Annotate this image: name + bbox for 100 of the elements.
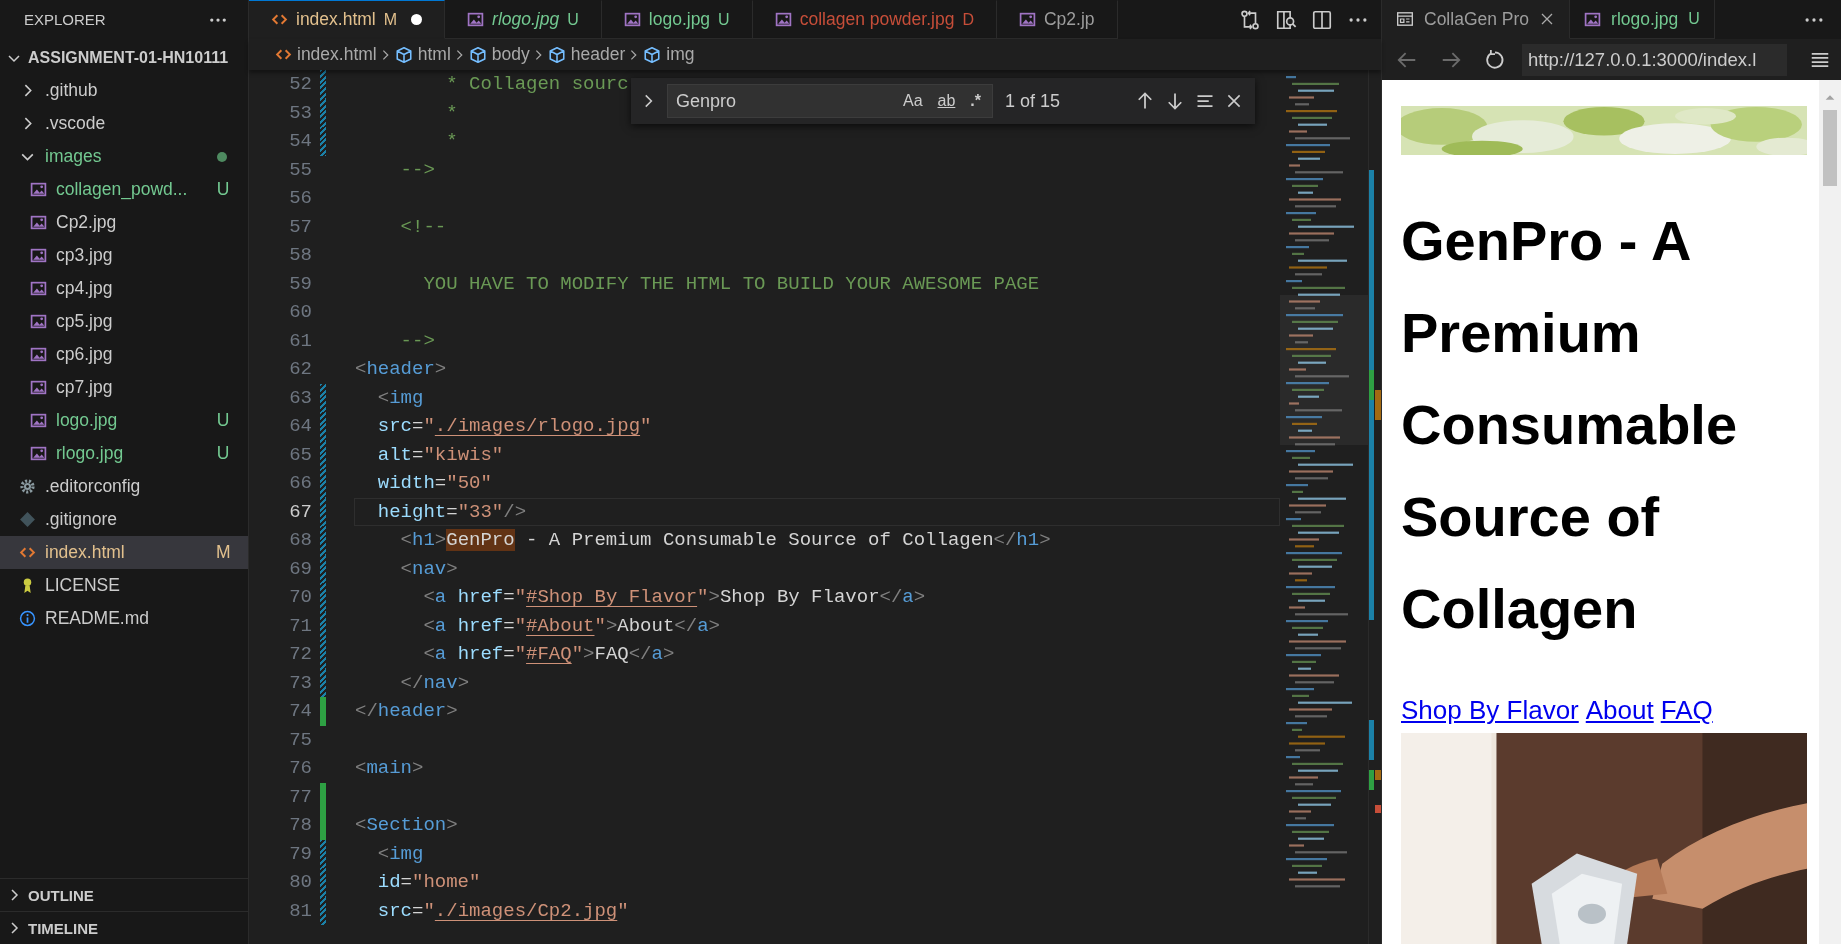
cube-icon	[394, 45, 413, 64]
preview-icon[interactable]	[1275, 8, 1297, 31]
editor-tab[interactable]: index.html M	[249, 0, 446, 39]
code-line: <main>	[354, 756, 425, 781]
find-option[interactable]: Aa	[899, 91, 926, 111]
tree-item[interactable]: cp6.jpg	[0, 338, 248, 371]
code-line: -->	[399, 328, 436, 354]
editor-tab[interactable]: logo.jpg U	[601, 0, 753, 39]
tree-item[interactable]: LICENSE	[0, 569, 248, 602]
git-status: D	[962, 10, 974, 29]
scrollbar-thumb[interactable]	[1823, 110, 1837, 186]
find-option[interactable]: .*	[967, 91, 984, 111]
tree-item[interactable]: images	[0, 140, 248, 173]
nav-link[interactable]: About	[1585, 695, 1654, 725]
line-number: 72	[288, 642, 312, 667]
tab-label: collagen powder.jpg	[799, 9, 955, 30]
code-line: <a href="#Shop By Flavor">Shop By Flavor</a>	[422, 585, 927, 610]
image-icon	[30, 181, 47, 198]
git-status: U	[1688, 10, 1700, 28]
image-icon	[30, 445, 47, 462]
editor-tab[interactable]: Cp2.jp	[996, 0, 1118, 39]
file-name: Cp2.jpg	[56, 212, 118, 233]
git-status: M	[216, 542, 230, 563]
image-icon	[30, 412, 47, 429]
line-number: 81	[288, 898, 312, 924]
tab-label: logo.jpg	[648, 9, 711, 30]
breadcrumb[interactable]: body	[468, 44, 530, 65]
line-number: 71	[288, 613, 312, 639]
code-line: <Section>	[354, 813, 459, 838]
line-number: 61	[288, 328, 312, 354]
url-field[interactable]: http://127.0.0.1:3000/index.l	[1522, 43, 1787, 76]
code-line: <a href="#About">About</a>	[422, 613, 721, 639]
git-status: U	[216, 443, 230, 464]
search-field[interactable]: Genpro Aa ab .*	[667, 84, 993, 118]
line-number: 74	[288, 699, 312, 724]
nav-link[interactable]: Shop By Flavor	[1401, 695, 1579, 725]
browser-tab[interactable]: CollaGen Pro	[1382, 0, 1571, 39]
code-line: src="./images/Cp2.jpg"	[376, 898, 630, 924]
code-line: </header>	[354, 699, 459, 724]
tree-item[interactable]: cp7.jpg	[0, 371, 248, 404]
workspace-folder[interactable]: ASSIGNMENT-01-HN10111	[0, 41, 248, 74]
tree-item[interactable]: .github	[0, 74, 248, 107]
file-name: cp7.jpg	[56, 377, 114, 398]
code-line: <header>	[354, 357, 448, 382]
line-number: 55	[288, 157, 312, 183]
tree-item[interactable]: cp3.jpg	[0, 239, 248, 272]
file-name: cp6.jpg	[56, 344, 114, 365]
line-number: 63	[288, 385, 312, 411]
tree-item[interactable]: index.html M	[0, 536, 248, 569]
tree-item[interactable]: .vscode	[0, 107, 248, 140]
line-number: 62	[288, 357, 312, 382]
split-editor-icon[interactable]	[1311, 8, 1333, 31]
file-name: cp3.jpg	[56, 245, 114, 266]
tree-item[interactable]: cp4.jpg	[0, 272, 248, 305]
tree-item[interactable]: cp5.jpg	[0, 305, 248, 338]
file-name: .gitignore	[45, 509, 118, 530]
line-number: 67	[288, 499, 312, 525]
line-number: 78	[288, 813, 312, 838]
code-line: id="home"	[376, 870, 482, 895]
code-line: <img	[376, 841, 425, 867]
arrow-down-icon[interactable]	[1165, 91, 1185, 111]
reload-icon[interactable]	[1484, 48, 1506, 71]
tree-item[interactable]: Cp2.jpg	[0, 206, 248, 239]
section-header[interactable]: TIMELINE	[0, 911, 248, 944]
section-header[interactable]: OUTLINE	[0, 878, 248, 911]
nav-link[interactable]: FAQ	[1660, 695, 1713, 725]
file-name: images	[45, 146, 103, 167]
tree-item[interactable]: logo.jpg U	[0, 404, 248, 437]
file-name: logo.jpg	[56, 410, 119, 431]
code-line: <img	[376, 385, 425, 411]
breadcrumb[interactable]: html	[394, 44, 451, 65]
line-number: 79	[288, 841, 312, 867]
tree-item[interactable]: README.md	[0, 602, 248, 635]
file-name: collagen_powd...	[56, 179, 189, 200]
breadcrumb[interactable]: img	[643, 44, 695, 65]
file-name: .vscode	[45, 113, 107, 134]
tree-item[interactable]: .editorconfig	[0, 470, 248, 503]
code-line: <a href="#FAQ">FAQ</a>	[422, 642, 676, 667]
git-status: U	[718, 10, 730, 29]
tree-item[interactable]: rlogo.jpg U	[0, 437, 248, 470]
close-icon[interactable]	[1225, 92, 1243, 110]
tree-item[interactable]: .gitignore	[0, 503, 248, 536]
breadcrumb[interactable]: index.html	[275, 44, 377, 65]
line-number: 58	[288, 243, 312, 268]
editor-tab[interactable]: collagen powder.jpg D	[752, 0, 997, 39]
compare-icon[interactable]	[1239, 8, 1261, 31]
find-option[interactable]: ab	[934, 91, 959, 111]
image-icon	[467, 11, 485, 28]
image-icon	[1584, 10, 1602, 28]
breadcrumb[interactable]: header	[547, 44, 626, 65]
cube-icon	[468, 45, 487, 64]
code-line: </nav>	[399, 670, 471, 696]
tree-item[interactable]: collagen_powd... U	[0, 173, 248, 206]
git-status: U	[216, 179, 230, 200]
editor-tab[interactable]: rlogo.jpg U	[445, 0, 602, 39]
code-line: alt="kiwis"	[376, 442, 505, 468]
file-name: .github	[45, 80, 99, 101]
browser-tab[interactable]: rlogo.jpg U	[1570, 0, 1715, 39]
line-number: 57	[288, 214, 312, 240]
line-number: 59	[288, 271, 312, 297]
